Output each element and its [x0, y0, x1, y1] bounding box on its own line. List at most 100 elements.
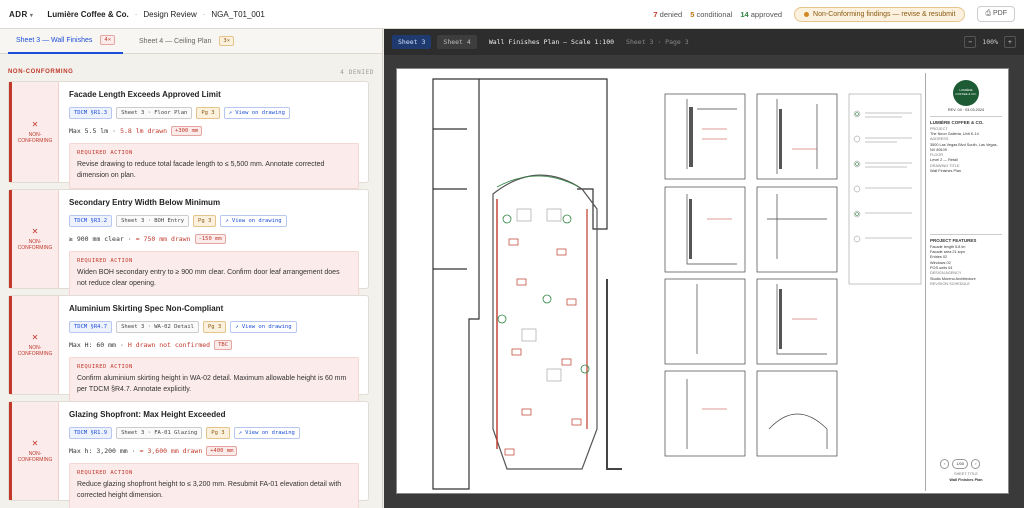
- code-reference-chip[interactable]: TDCM §R1.9: [69, 427, 113, 439]
- page-chip: Pg 3: [193, 215, 217, 227]
- required-action-text: Reduce glazing shopfront height to ≤ 3,2…: [77, 481, 342, 499]
- code-reference-chip[interactable]: TDCM §R3.2: [69, 215, 113, 227]
- measurement-row: Max H: 60 mm · H drawn not confirmed TBC: [69, 340, 359, 350]
- top-bar: ADR ▾ Lumière Coffee & Co. · Design Revie…: [0, 0, 1024, 29]
- required-action-label: REQUIRED ACTION: [77, 364, 133, 370]
- close-x-icon: ✕: [31, 226, 39, 236]
- delta-badge: +400 mm: [206, 446, 238, 456]
- delta-badge: +300 mm: [171, 126, 203, 136]
- view-on-drawing-link[interactable]: ↗ View on drawing: [220, 215, 287, 227]
- zoom-level: 100%: [982, 38, 998, 46]
- required-action-text: Confirm aluminium skirting height in WA-…: [77, 375, 347, 393]
- delta-badge: -150 mm: [194, 234, 226, 244]
- required-action-box: REQUIRED ACTION Revise drawing to reduce…: [69, 143, 359, 189]
- limit-value: Max H: 60 mm: [69, 341, 116, 349]
- sheet-chip: Sheet 3 · FA-01 Glazing: [116, 427, 203, 439]
- drawing-viewer: Sheet 3 Sheet 4 Wall Finishes Plan — Sca…: [384, 29, 1024, 508]
- sheet-chip: Sheet 3 · BOH Entry: [116, 215, 190, 227]
- page-chip: Pg 3: [202, 321, 227, 333]
- limit-value: Max h: 3,200 mm: [69, 447, 128, 455]
- close-x-icon: ✕: [31, 438, 39, 448]
- zoom-controls: − 100% +: [964, 36, 1016, 48]
- view-on-drawing-link[interactable]: ↗ View on drawing: [230, 321, 297, 333]
- finding-card[interactable]: ✕ NON-CONFORMING Secondary Entry Width Be…: [8, 189, 369, 297]
- viewer-title: Wall Finishes Plan — Scale 1:100: [488, 38, 615, 46]
- sheet-pager: ‹ 1/00 ›: [940, 459, 981, 469]
- zoom-out-button[interactable]: −: [964, 36, 977, 48]
- measurement-row: Max 5.5 lm · 5.8 lm drawn +300 mm: [69, 126, 359, 136]
- finding-title: Glazing Shopfront: Max Height Exceeded: [69, 410, 226, 419]
- drawn-value: 5.8 lm drawn: [120, 127, 168, 135]
- chevron-down-icon: ▾: [29, 12, 34, 19]
- finding-card[interactable]: ✕ NON-CONFORMING Glazing Shopfront: Max H…: [8, 401, 369, 508]
- status-badge: Non-Conforming findings — revise & resub…: [794, 6, 966, 22]
- drawn-value: ≈ 750 mm drawn: [135, 235, 191, 243]
- required-action-text: Revise drawing to reduce total facade le…: [77, 161, 325, 179]
- code-reference-chip[interactable]: TDCM §R4.7: [69, 321, 113, 333]
- required-action-label: REQUIRED ACTION: [77, 150, 133, 156]
- section-header: NON-CONFORMING 4 DENIED: [0, 69, 382, 76]
- sheet-chip: Sheet 3 · WA-02 Detail: [116, 321, 199, 333]
- warning-dot-icon: [804, 11, 810, 17]
- tab-sheet-4[interactable]: Sheet 4 — Ceiling Plan 3×: [131, 29, 242, 54]
- code-reference-chip[interactable]: TDCM §R1.3: [69, 107, 113, 119]
- limit-value: ≥ 900 mm clear: [69, 235, 124, 243]
- breadcrumb-separator: ·: [202, 9, 206, 19]
- review-stats: 7 denied 5 conditional 14 approved Non-C…: [653, 6, 1015, 22]
- close-x-icon: ✕: [31, 332, 39, 342]
- delta-badge: TBC: [214, 340, 233, 350]
- drawing-sheet[interactable]: LUMIÈRE COFFEE & CO. REV. 04 · 03.03.202…: [396, 68, 1009, 494]
- measurement-row: Max h: 3,200 mm · ≈ 3,600 mm drawn +400 m…: [69, 446, 359, 456]
- finding-title: Secondary Entry Width Below Minimum: [69, 198, 221, 207]
- viewer-tab-sheet-4[interactable]: Sheet 4: [437, 35, 477, 49]
- tab-sheet-3[interactable]: Sheet 3 — Wall Finishes 4×: [8, 29, 124, 54]
- measurement-row: ≥ 900 mm clear · ≈ 750 mm drawn -150 mm: [69, 234, 359, 244]
- conditional-stat: 5 conditional: [690, 9, 733, 19]
- viewer-subtitle: Sheet 3 · Page 3: [626, 38, 689, 46]
- required-action-label: REQUIRED ACTION: [77, 258, 133, 264]
- required-action-box: REQUIRED ACTION Reduce glazing shopfront…: [69, 463, 359, 508]
- breadcrumb-section[interactable]: Design Review: [143, 10, 196, 19]
- close-x-icon: ✕: [31, 119, 39, 129]
- required-action-text: Widen BOH secondary entry to ≥ 900 mm cl…: [77, 269, 340, 287]
- drawn-value: H drawn not confirmed: [127, 341, 211, 349]
- finding-card[interactable]: ✕ NON-CONFORMING Aluminium Skirting Spec …: [8, 295, 369, 403]
- finding-title: Facade Length Exceeds Approved Limit: [69, 90, 221, 99]
- sheet-chip: Sheet 3 · Floor Plan: [116, 107, 193, 119]
- address-value: 3500 Las Vegas Blvd South, Las Vegas, NV…: [930, 142, 998, 152]
- sheet-title-box: SHEET TITLE Wall Finishes Plan: [930, 472, 1002, 483]
- revision-date: REV. 04 · 03.03.2024: [947, 108, 985, 112]
- required-action-label: REQUIRED ACTION: [77, 470, 133, 476]
- drawn-value: ≈ 3,600 mm drawn: [139, 447, 203, 455]
- app-logo[interactable]: ADR ▾: [9, 10, 33, 19]
- section-label: NON-CONFORMING: [8, 69, 74, 75]
- viewer-tab-sheet-3[interactable]: Sheet 3: [392, 35, 432, 49]
- tab-count-badge: 4×: [100, 35, 116, 45]
- zoom-in-button[interactable]: +: [1004, 36, 1016, 48]
- breadcrumb: Lumière Coffee & Co. · Design Review · N…: [47, 10, 264, 19]
- finding-card[interactable]: ✕ NON-CONFORMING Facade Length Exceeds Ap…: [8, 81, 369, 189]
- next-sheet-icon[interactable]: ›: [971, 459, 981, 469]
- required-action-box: REQUIRED ACTION Widen BOH secondary entr…: [69, 251, 359, 297]
- status-column: ✕ NON-CONFORMING: [9, 296, 59, 394]
- breadcrumb-project[interactable]: Lumière Coffee & Co.: [47, 10, 128, 19]
- revision-schedule: REVISION SCHEDULE: [930, 281, 970, 286]
- export-pdf-button[interactable]: ⎙ PDF: [977, 6, 1015, 22]
- page-chip: Pg 3: [196, 107, 220, 119]
- prev-sheet-icon[interactable]: ‹: [940, 459, 950, 469]
- status-column: ✕ NON-CONFORMING: [9, 402, 59, 500]
- sheet-tabs: Sheet 3 — Wall Finishes 4× Sheet 4 — Ceil…: [0, 29, 382, 54]
- breadcrumb-doc-id: NGA_T01_001: [211, 9, 265, 19]
- status-column: ✕ NON-CONFORMING: [9, 82, 59, 182]
- sheet-title-value: Wall Finishes Plan: [949, 477, 983, 482]
- floor-plan-drawing: [432, 78, 922, 490]
- pager-value: 1/00: [952, 459, 969, 469]
- brand-logo: LUMIÈRE COFFEE & CO.: [953, 80, 979, 106]
- view-on-drawing-link[interactable]: ↗ View on drawing: [233, 427, 300, 439]
- download-icon: ⎙: [985, 10, 992, 17]
- title-block: LUMIÈRE COFFEE & CO. REV. 04 · 03.03.202…: [925, 73, 1006, 491]
- view-on-drawing-link[interactable]: ↗ View on drawing: [223, 107, 290, 119]
- viewer-toolbar: Sheet 3 Sheet 4 Wall Finishes Plan — Sca…: [384, 29, 1024, 55]
- findings-panel: Sheet 3 — Wall Finishes 4× Sheet 4 — Ceil…: [0, 29, 383, 508]
- required-action-box: REQUIRED ACTION Confirm aluminium skirti…: [69, 357, 359, 403]
